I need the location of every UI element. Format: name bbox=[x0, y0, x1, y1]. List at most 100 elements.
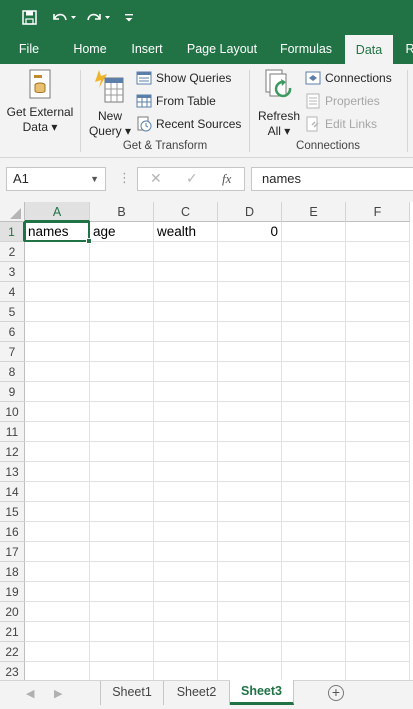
cell-b19[interactable] bbox=[90, 582, 154, 602]
cell-b23[interactable] bbox=[90, 662, 154, 680]
cell-f22[interactable] bbox=[346, 642, 410, 662]
recent-sources-button[interactable]: Recent Sources bbox=[136, 114, 241, 134]
cell-d1[interactable]: 0 bbox=[218, 222, 282, 242]
scroll-sheets-left-icon[interactable]: ◀ bbox=[26, 687, 34, 700]
sheet-tab-sheet2[interactable]: Sheet2 bbox=[164, 681, 230, 705]
cell-b14[interactable] bbox=[90, 482, 154, 502]
cell-b15[interactable] bbox=[90, 502, 154, 522]
tab-formulas[interactable]: Formulas bbox=[274, 34, 338, 64]
cell-a14[interactable] bbox=[25, 482, 90, 502]
row-header-13[interactable]: 13 bbox=[0, 462, 25, 482]
column-header-c[interactable]: C bbox=[154, 202, 218, 222]
cell-c19[interactable] bbox=[154, 582, 218, 602]
cell-b10[interactable] bbox=[90, 402, 154, 422]
cell-c21[interactable] bbox=[154, 622, 218, 642]
cell-c10[interactable] bbox=[154, 402, 218, 422]
cell-d17[interactable] bbox=[218, 542, 282, 562]
row-header-23[interactable]: 23 bbox=[0, 662, 25, 680]
cell-d9[interactable] bbox=[218, 382, 282, 402]
row-header-7[interactable]: 7 bbox=[0, 342, 25, 362]
cell-b21[interactable] bbox=[90, 622, 154, 642]
cell-b17[interactable] bbox=[90, 542, 154, 562]
cell-f10[interactable] bbox=[346, 402, 410, 422]
cell-a9[interactable] bbox=[25, 382, 90, 402]
cell-e1[interactable] bbox=[282, 222, 346, 242]
cell-c15[interactable] bbox=[154, 502, 218, 522]
cell-c12[interactable] bbox=[154, 442, 218, 462]
cell-b8[interactable] bbox=[90, 362, 154, 382]
cell-a11[interactable] bbox=[25, 422, 90, 442]
cell-a8[interactable] bbox=[25, 362, 90, 382]
cancel-icon[interactable]: ✕ bbox=[150, 170, 162, 187]
cell-a4[interactable] bbox=[25, 282, 90, 302]
cell-f3[interactable] bbox=[346, 262, 410, 282]
cell-e3[interactable] bbox=[282, 262, 346, 282]
tab-file[interactable]: File bbox=[8, 34, 50, 64]
cell-e4[interactable] bbox=[282, 282, 346, 302]
row-header-18[interactable]: 18 bbox=[0, 562, 25, 582]
tab-page-layout[interactable]: Page Layout bbox=[180, 34, 264, 64]
cell-c1[interactable]: wealth bbox=[154, 222, 218, 242]
tab-data[interactable]: Data bbox=[345, 35, 393, 64]
cell-d10[interactable] bbox=[218, 402, 282, 422]
cell-d15[interactable] bbox=[218, 502, 282, 522]
cell-c18[interactable] bbox=[154, 562, 218, 582]
show-queries-button[interactable]: Show Queries bbox=[136, 68, 231, 88]
cell-a5[interactable] bbox=[25, 302, 90, 322]
redo-icon[interactable] bbox=[84, 6, 112, 28]
cell-d12[interactable] bbox=[218, 442, 282, 462]
row-header-4[interactable]: 4 bbox=[0, 282, 25, 302]
cell-a10[interactable] bbox=[25, 402, 90, 422]
tab-insert[interactable]: Insert bbox=[124, 34, 170, 64]
cell-d8[interactable] bbox=[218, 362, 282, 382]
undo-icon[interactable] bbox=[50, 6, 78, 28]
cell-e14[interactable] bbox=[282, 482, 346, 502]
cell-f14[interactable] bbox=[346, 482, 410, 502]
cell-b6[interactable] bbox=[90, 322, 154, 342]
cell-a23[interactable] bbox=[25, 662, 90, 680]
row-header-19[interactable]: 19 bbox=[0, 582, 25, 602]
cell-a18[interactable] bbox=[25, 562, 90, 582]
cell-e13[interactable] bbox=[282, 462, 346, 482]
column-header-a[interactable]: A bbox=[25, 202, 90, 222]
chevron-down-icon[interactable]: ▼ bbox=[90, 168, 99, 190]
row-header-10[interactable]: 10 bbox=[0, 402, 25, 422]
cell-c13[interactable] bbox=[154, 462, 218, 482]
cell-e9[interactable] bbox=[282, 382, 346, 402]
column-header-b[interactable]: B bbox=[90, 202, 154, 222]
refresh-all-button[interactable]: Refresh All ▾ bbox=[254, 68, 304, 139]
new-query-button[interactable]: New Query ▾ bbox=[88, 68, 132, 139]
cell-d6[interactable] bbox=[218, 322, 282, 342]
cell-c11[interactable] bbox=[154, 422, 218, 442]
cell-d7[interactable] bbox=[218, 342, 282, 362]
cell-d16[interactable] bbox=[218, 522, 282, 542]
cell-b13[interactable] bbox=[90, 462, 154, 482]
cell-b3[interactable] bbox=[90, 262, 154, 282]
cell-c17[interactable] bbox=[154, 542, 218, 562]
cell-a12[interactable] bbox=[25, 442, 90, 462]
cell-f19[interactable] bbox=[346, 582, 410, 602]
tab-home[interactable]: Home bbox=[64, 34, 116, 64]
cell-c9[interactable] bbox=[154, 382, 218, 402]
spreadsheet-grid[interactable]: ABCDEF 1 2 3 4 5 6 7 8 9 10 11 12 13 14 15 16 17 18 19 20 21… bbox=[0, 202, 413, 680]
cell-d14[interactable] bbox=[218, 482, 282, 502]
cell-f9[interactable] bbox=[346, 382, 410, 402]
connections-button[interactable]: Connections bbox=[305, 68, 392, 88]
cell-f12[interactable] bbox=[346, 442, 410, 462]
cell-b2[interactable] bbox=[90, 242, 154, 262]
cell-d20[interactable] bbox=[218, 602, 282, 622]
cell-c16[interactable] bbox=[154, 522, 218, 542]
cell-d11[interactable] bbox=[218, 422, 282, 442]
cell-a6[interactable] bbox=[25, 322, 90, 342]
tab-review-partial[interactable]: R bbox=[403, 34, 413, 64]
cell-f21[interactable] bbox=[346, 622, 410, 642]
cell-e22[interactable] bbox=[282, 642, 346, 662]
cell-c5[interactable] bbox=[154, 302, 218, 322]
cell-d19[interactable] bbox=[218, 582, 282, 602]
cell-e21[interactable] bbox=[282, 622, 346, 642]
formula-bar-splitter[interactable]: ⋮ bbox=[118, 170, 131, 186]
cell-f13[interactable] bbox=[346, 462, 410, 482]
row-header-1[interactable]: 1 bbox=[0, 222, 25, 242]
cell-a15[interactable] bbox=[25, 502, 90, 522]
cell-d22[interactable] bbox=[218, 642, 282, 662]
